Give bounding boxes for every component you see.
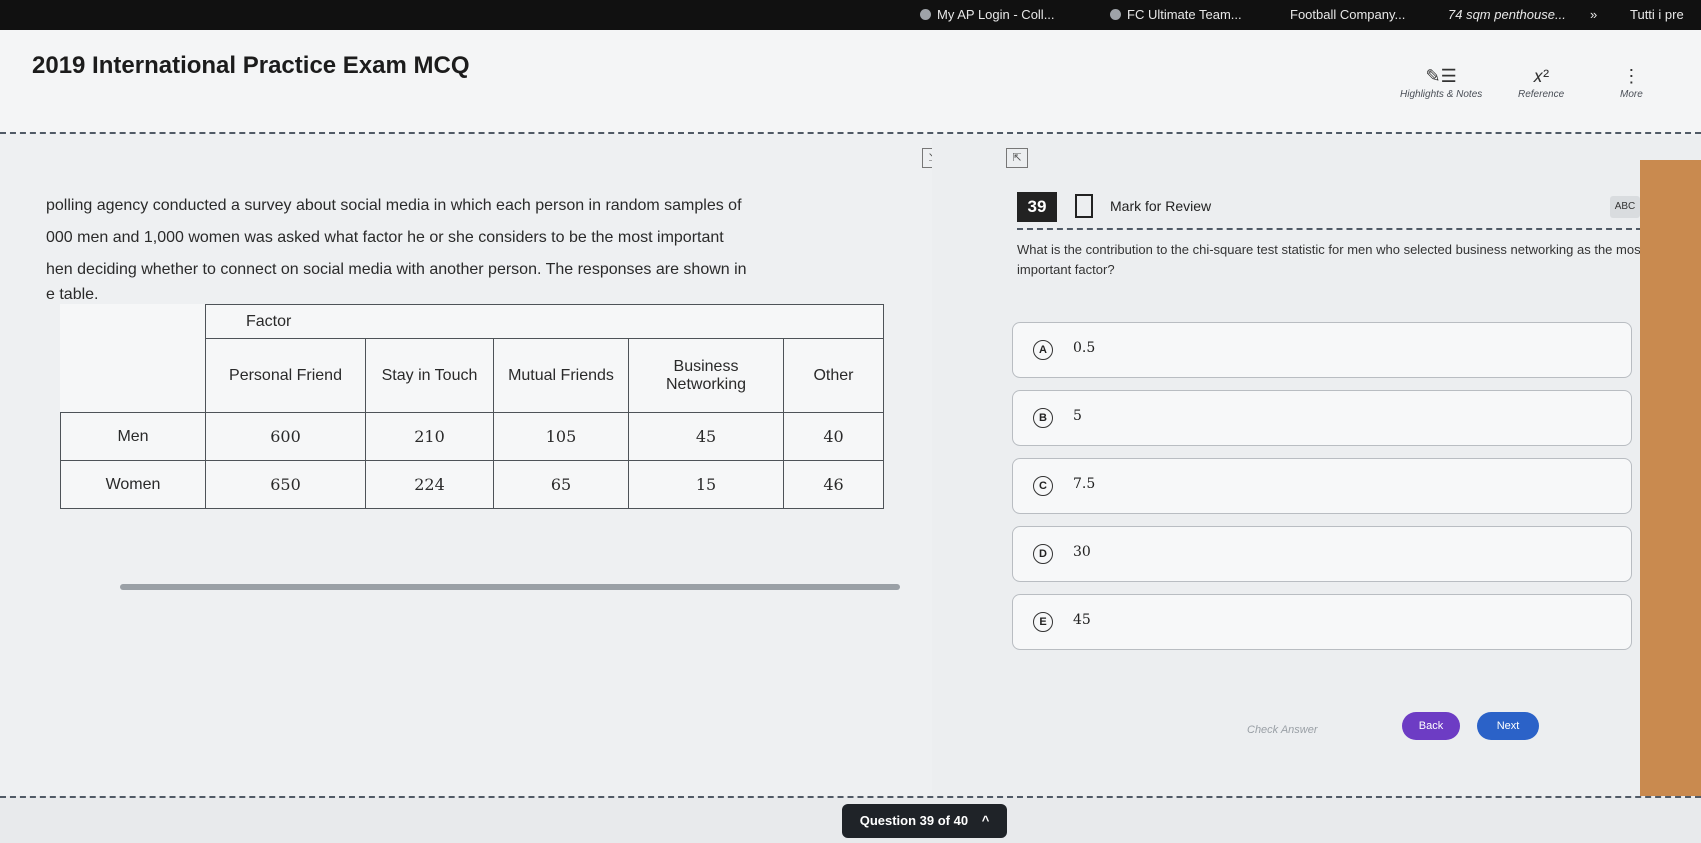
table-cell: 105 (493, 412, 629, 461)
bookmark-fc-ultimate[interactable]: FC Ultimate Team... (1110, 7, 1242, 22)
answer-choice-b[interactable]: B 5 (1012, 390, 1632, 446)
mark-for-review-button[interactable]: Mark for Review (1110, 198, 1211, 214)
question-text: What is the contribution to the chi-squa… (1017, 242, 1645, 277)
passage-pane: ⇲ polling agency conducted a survey abou… (0, 136, 944, 796)
choice-value: 7.5 (1073, 476, 1096, 492)
table-cell: 224 (365, 460, 494, 509)
divider (1017, 228, 1642, 230)
horizontal-scrollbar[interactable] (120, 584, 900, 590)
question-navigator-button[interactable]: Question 39 of 40 ^ (842, 804, 1007, 838)
more-icon: ⋮ (1622, 66, 1641, 86)
answer-choice-a[interactable]: A 0.5 (1012, 322, 1632, 378)
bookmark-penthouse[interactable]: 74 sqm penthouse... (1448, 7, 1566, 22)
bookmark-football-company[interactable]: Football Company... (1290, 7, 1405, 22)
table-row: Men 600 210 105 45 40 (60, 412, 884, 461)
answer-choice-e[interactable]: E 45 (1012, 594, 1632, 650)
choice-value: 45 (1073, 612, 1091, 628)
bookmark-icon[interactable] (1075, 194, 1093, 218)
globe-icon (1110, 9, 1121, 20)
option-eliminator-button[interactable]: ABC (1610, 196, 1640, 218)
choice-letter: E (1033, 612, 1053, 632)
table-cell: 600 (205, 412, 366, 461)
screen-edge (1640, 160, 1701, 800)
table-cell: 650 (205, 460, 366, 509)
choice-letter: C (1033, 476, 1053, 496)
globe-icon (920, 9, 931, 20)
choice-letter: B (1033, 408, 1053, 428)
column-header: Stay in Touch (365, 338, 494, 413)
column-header: Personal Friend (205, 338, 366, 413)
bookmark-folder-all[interactable]: Tutti i pre (1630, 7, 1684, 22)
table-row: Women 650 224 65 15 46 (60, 460, 884, 509)
table-cell: 210 (365, 412, 494, 461)
passage-text: polling agency conducted a survey about … (46, 197, 747, 303)
column-header: Mutual Friends (493, 338, 629, 413)
column-header: Business Networking (628, 338, 784, 413)
table-cell: 45 (628, 412, 784, 461)
reference-button[interactable]: 𝑥² Reference (1518, 66, 1564, 100)
highlights-notes-button[interactable]: ✎☰ Highlights & Notes (1400, 66, 1482, 100)
choice-letter: D (1033, 544, 1053, 564)
choice-value: 30 (1073, 544, 1091, 560)
choice-value: 0.5 (1073, 340, 1096, 356)
exam-footer: Question 39 of 40 ^ (0, 796, 1701, 843)
chevron-up-icon: ^ (981, 813, 990, 828)
question-pane: ⇱ 39 Mark for Review ABC What is the con… (932, 136, 1701, 796)
bookmarks-overflow[interactable]: » (1590, 7, 1597, 22)
choice-value: 5 (1073, 408, 1082, 424)
row-label: Women (60, 460, 206, 509)
table-cell: 46 (783, 460, 884, 509)
expand-pane-icon[interactable]: ⇱ (1006, 148, 1028, 168)
exam-title: 2019 International Practice Exam MCQ (32, 52, 470, 79)
survey-table: Factor Personal Friend Stay in Touch Mut… (60, 304, 884, 509)
factor-header: Factor (205, 304, 884, 339)
back-button[interactable]: Back (1402, 712, 1460, 740)
bookmarks-bar: My AP Login - Coll... FC Ultimate Team..… (0, 0, 1701, 30)
row-label: Men (60, 412, 206, 461)
question-number-badge: 39 (1017, 192, 1057, 222)
table-cell: 15 (628, 460, 784, 509)
bookmark-ap-login[interactable]: My AP Login - Coll... (920, 7, 1055, 22)
formula-icon: 𝑥² (1533, 66, 1550, 86)
table-cell: 65 (493, 460, 629, 509)
answer-choice-c[interactable]: C 7.5 (1012, 458, 1632, 514)
more-button[interactable]: ⋮ More (1620, 66, 1643, 100)
check-answer-button[interactable]: Check Answer (1247, 724, 1318, 736)
answer-choice-d[interactable]: D 30 (1012, 526, 1632, 582)
column-header: Other (783, 338, 884, 413)
exam-header: 2019 International Practice Exam MCQ ✎☰ … (0, 30, 1701, 134)
table-cell: 40 (783, 412, 884, 461)
exam-app: 2019 International Practice Exam MCQ ✎☰ … (0, 30, 1701, 843)
highlight-icon: ✎☰ (1425, 66, 1457, 86)
next-button[interactable]: Next (1477, 712, 1539, 740)
choice-letter: A (1033, 340, 1053, 360)
